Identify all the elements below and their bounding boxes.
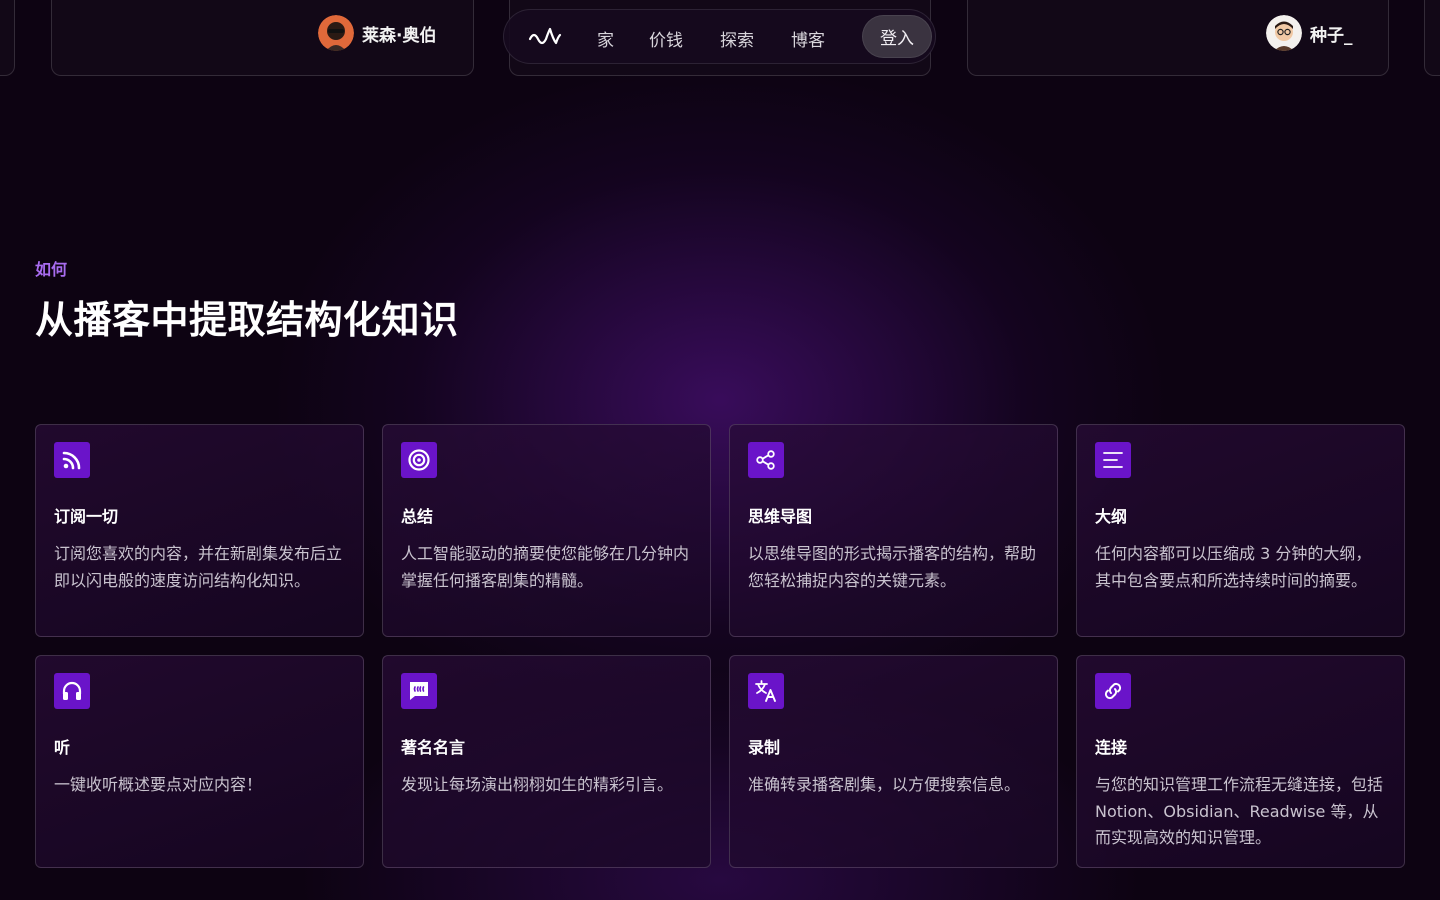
nav-explore-link[interactable]: 探索 bbox=[720, 26, 754, 51]
user-avatar bbox=[1266, 15, 1302, 51]
feature-card-summary: 总结 人工智能驱动的摘要使您能够在几分钟内掌握任何播客剧集的精髓。 bbox=[382, 424, 711, 637]
testimonial-card-partial-right bbox=[1424, 0, 1440, 76]
feature-card-listen: 听 一键收听概述要点对应内容！ bbox=[35, 655, 364, 868]
user-name: 莱森·奥伯 bbox=[362, 25, 437, 46]
nav-pricing-link[interactable]: 价钱 bbox=[649, 26, 683, 51]
nav-blog-link[interactable]: 博客 bbox=[791, 26, 825, 51]
feature-description: 准确转录播客剧集，以方便搜索信息。 bbox=[748, 775, 1021, 794]
feature-title: 录制 bbox=[748, 738, 781, 757]
feature-description: 发现让每场演出栩栩如生的精彩引言。 bbox=[401, 775, 674, 794]
testimonial-user: 种子_ bbox=[1266, 15, 1353, 51]
feature-title: 连接 bbox=[1095, 738, 1128, 757]
feature-description: 订阅您喜欢的内容，并在新剧集发布后立即以闪电般的速度访问结构化知识。 bbox=[54, 544, 343, 590]
feature-description: 任何内容都可以压缩成 3 分钟的大纲，其中包含要点和所选持续时间的摘要。 bbox=[1095, 544, 1372, 590]
feature-card-transcribe: 录制 准确转录播客剧集，以方便搜索信息。 bbox=[729, 655, 1058, 868]
testimonial-user: 莱森·奥伯 bbox=[318, 15, 436, 51]
feature-title: 总结 bbox=[401, 507, 434, 526]
feature-card-subscribe: 订阅一切 订阅您喜欢的内容，并在新剧集发布后立即以闪电般的速度访问结构化知识。 bbox=[35, 424, 364, 637]
feature-card-quotes: 著名名言 发现让每场演出栩栩如生的精彩引言。 bbox=[382, 655, 711, 868]
wave-logo-icon[interactable] bbox=[528, 25, 562, 49]
quote-bubble-icon bbox=[401, 673, 437, 709]
feature-title: 订阅一切 bbox=[54, 507, 119, 526]
feature-description: 一键收听概述要点对应内容！ bbox=[54, 775, 263, 794]
rss-icon bbox=[54, 442, 90, 478]
section-eyebrow: 如何 bbox=[35, 260, 68, 279]
target-icon bbox=[401, 442, 437, 478]
translate-icon bbox=[748, 673, 784, 709]
feature-description: 以思维导图的形式揭示播客的结构，帮助您轻松捕捉内容的关键元素。 bbox=[748, 544, 1037, 590]
feature-description: 人工智能驱动的摘要使您能够在几分钟内掌握任何播客剧集的精髓。 bbox=[401, 544, 690, 590]
feature-card-mindmap: 思维导图 以思维导图的形式揭示播客的结构，帮助您轻松捕捉内容的关键元素。 bbox=[729, 424, 1058, 637]
headphones-icon bbox=[54, 673, 90, 709]
link-icon bbox=[1095, 673, 1131, 709]
user-avatar bbox=[318, 15, 354, 51]
feature-title: 听 bbox=[54, 738, 71, 757]
feature-card-connect: 连接 与您的知识管理工作流程无缝连接，包括 Notion、Obsidian、Re… bbox=[1076, 655, 1405, 868]
feature-card-outline: 大纲 任何内容都可以压缩成 3 分钟的大纲，其中包含要点和所选持续时间的摘要。 bbox=[1076, 424, 1405, 637]
top-nav: 家 价钱 探索 博客 登入 bbox=[503, 9, 936, 64]
user-name: 种子_ bbox=[1310, 25, 1353, 46]
feature-description: 与您的知识管理工作流程无缝连接，包括 Notion、Obsidian、Readw… bbox=[1095, 775, 1384, 847]
login-button[interactable]: 登入 bbox=[862, 15, 932, 58]
feature-title: 著名名言 bbox=[401, 738, 466, 757]
testimonial-card-partial-left bbox=[0, 0, 15, 76]
feature-title: 大纲 bbox=[1095, 507, 1128, 526]
page: 莱森·奥伯 种子_ 家 价钱 探索 博客 登入 如何 从播客中提取结构化知识 订… bbox=[0, 0, 1440, 900]
nav-home-link[interactable]: 家 bbox=[597, 26, 614, 51]
section-headline: 从播客中提取结构化知识 bbox=[35, 298, 459, 342]
share-nodes-icon bbox=[748, 442, 784, 478]
feature-title: 思维导图 bbox=[748, 507, 813, 526]
menu-lines-icon bbox=[1095, 442, 1131, 478]
